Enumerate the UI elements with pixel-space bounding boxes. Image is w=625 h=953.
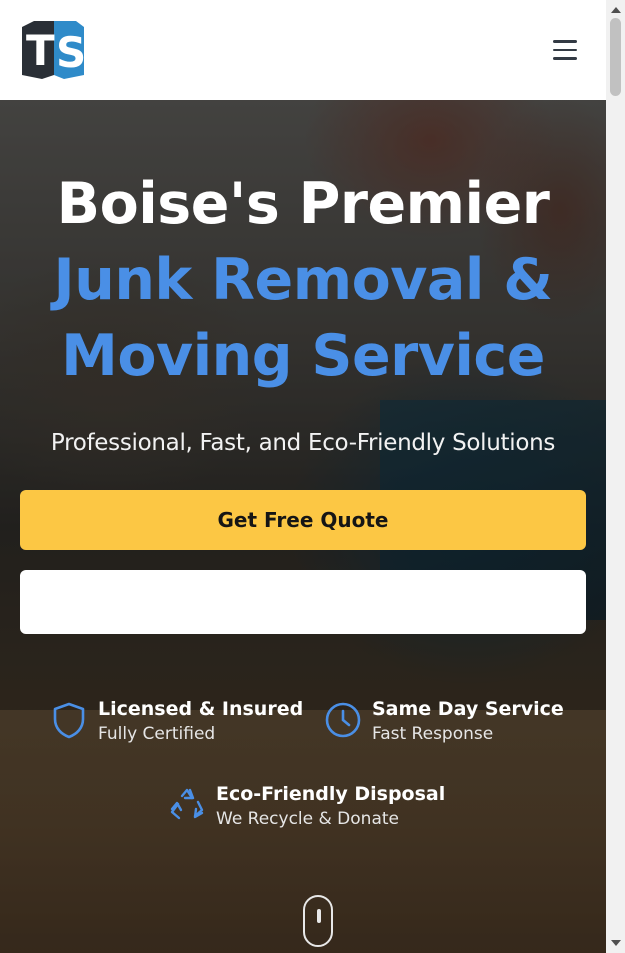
feature-same-day-service: Same Day Service Fast Response xyxy=(324,697,564,747)
recycle-icon xyxy=(170,788,204,820)
hero-title-line-1: Boise's Premier xyxy=(56,171,550,237)
scroll-down-arrow-icon[interactable] xyxy=(611,940,621,946)
get-free-quote-button[interactable]: Get Free Quote xyxy=(20,490,586,550)
logo-link[interactable]: T S xyxy=(20,19,86,81)
feature-title: Eco-Friendly Disposal xyxy=(216,783,446,805)
feature-licensed-insured: Licensed & Insured Fully Certified xyxy=(50,697,303,747)
feature-title: Same Day Service xyxy=(372,698,564,720)
hero-section: Boise's Premier Junk Removal & Moving Se… xyxy=(0,100,606,953)
scrollbar-thumb[interactable] xyxy=(610,18,621,96)
scroll-up-arrow-icon[interactable] xyxy=(611,7,621,13)
feature-eco-friendly-disposal: Eco-Friendly Disposal We Recycle & Donat… xyxy=(168,782,445,832)
feature-subtitle: Fast Response xyxy=(372,724,494,744)
feature-title: Licensed & Insured xyxy=(98,698,304,720)
svg-text:T: T xyxy=(26,26,55,75)
scroll-indicator-dot xyxy=(317,909,321,923)
svg-text:S: S xyxy=(56,28,86,77)
hero-title: Boise's Premier Junk Removal & Moving Se… xyxy=(0,166,606,394)
hero-title-line-2: Junk Removal & xyxy=(53,247,553,313)
secondary-cta-button[interactable] xyxy=(20,570,586,634)
hero-title-line-3: Moving Service xyxy=(61,323,545,389)
feature-subtitle: Fully Certified xyxy=(98,724,216,744)
clock-icon xyxy=(325,702,361,738)
hero-subtitle: Professional, Fast, and Eco-Friendly Sol… xyxy=(50,430,556,456)
ts-logo: T S xyxy=(22,21,86,79)
hamburger-menu-icon[interactable] xyxy=(553,35,583,65)
hero-content: Boise's Premier Junk Removal & Moving Se… xyxy=(0,100,606,456)
page-scrollbar[interactable] xyxy=(606,0,625,953)
feature-subtitle: We Recycle & Donate xyxy=(216,809,399,829)
site-header: T S xyxy=(0,0,606,100)
shield-icon xyxy=(53,702,85,739)
scroll-down-indicator-icon[interactable] xyxy=(303,895,333,947)
